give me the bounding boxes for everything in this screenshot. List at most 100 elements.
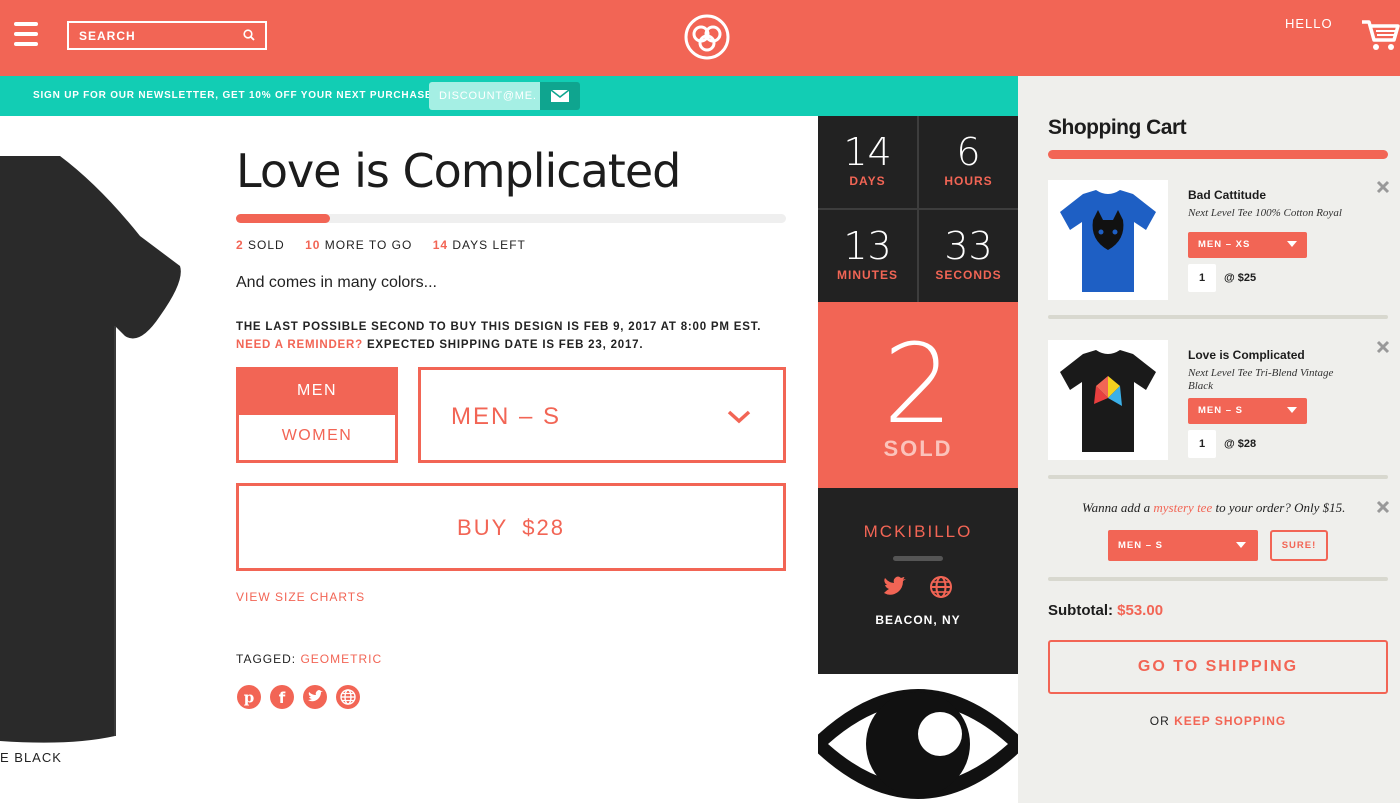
artist-divider (893, 556, 943, 561)
shopping-cart-panel: Shopping Cart Bad Cattitude Next Level T… (1018, 76, 1400, 803)
deadline-text: THE LAST POSSIBLE SECOND TO BUY THIS DES… (236, 321, 762, 333)
svg-text:f: f (279, 689, 286, 707)
caret-down-icon (1287, 407, 1297, 413)
tag-link[interactable]: GEOMETRIC (300, 652, 382, 666)
countdown-hours-value: 6 (956, 130, 981, 174)
countdown-days: 14 DAYS (818, 116, 917, 208)
globe-icon[interactable] (335, 684, 361, 710)
brand-logo-icon[interactable] (682, 12, 732, 62)
cart-divider (1048, 475, 1388, 479)
remove-item-icon[interactable] (1376, 340, 1390, 354)
hamburger-menu-icon[interactable] (14, 22, 38, 48)
share-icons: p f (236, 684, 361, 710)
artist-location: BEACON, NY (875, 613, 961, 627)
go-to-shipping-button[interactable]: GO TO SHIPPING (1048, 640, 1388, 694)
cart-divider (1048, 315, 1388, 319)
tagged-label: TAGGED: (236, 652, 301, 666)
add-mystery-tee-button[interactable]: SURE! (1270, 530, 1328, 561)
mystery-post: to your order? Only $15. (1212, 500, 1346, 515)
countdown-divider (818, 208, 1018, 210)
cart-title-underline (1048, 150, 1388, 159)
subtotal-amount: $53.00 (1117, 602, 1164, 619)
search-label: SEARCH (79, 29, 136, 43)
chevron-down-icon (727, 410, 751, 424)
cart-item-price: @ $25 (1224, 272, 1257, 284)
keep-shopping-link[interactable]: KEEP SHOPPING (1174, 714, 1286, 728)
countdown-days-value: 14 (843, 130, 892, 174)
mystery-tee-link[interactable]: mystery tee (1153, 500, 1212, 515)
buy-price: $28 (522, 515, 565, 540)
cart-item-description: Next Level Tee 100% Cotton Royal (1188, 207, 1342, 219)
sold-count-panel: 2 SOLD (818, 302, 1018, 488)
product-image-caption: E BLACK (0, 750, 62, 765)
remove-item-icon[interactable] (1376, 180, 1390, 194)
countdown-minutes-label: MINUTES (837, 268, 898, 282)
gender-selector: MEN WOMEN (236, 367, 398, 463)
gender-option-men[interactable]: MEN (239, 370, 395, 415)
more-label: MORE TO GO (324, 238, 413, 252)
search-input[interactable]: SEARCH (67, 21, 267, 50)
gender-option-women[interactable]: WOMEN (239, 415, 395, 460)
envelope-icon (551, 90, 569, 102)
buy-button[interactable]: BUY $28 (236, 483, 786, 571)
sales-stats: 2 SOLD 10 MORE TO GO 14 DAYS LEFT (236, 238, 542, 252)
twitter-icon[interactable] (302, 684, 328, 710)
cart-item-description: Next Level Tee Tri-Blend Vintage Black (1188, 367, 1334, 392)
facebook-icon[interactable]: f (269, 684, 295, 710)
keep-shopping-row: OR KEEP SHOPPING (1018, 714, 1400, 728)
cart-item-name[interactable]: Bad Cattitude (1188, 188, 1266, 202)
size-dropdown[interactable]: MEN – S (418, 367, 786, 463)
twitter-icon[interactable] (883, 575, 909, 597)
cart-item-quantity[interactable]: 1 (1188, 264, 1216, 292)
caret-down-icon (1236, 542, 1246, 548)
mystery-pre: Wanna add a (1082, 500, 1154, 515)
countdown-seconds: 33 SECONDS (919, 210, 1018, 302)
cart-title: Shopping Cart (1048, 116, 1187, 139)
tags: TAGGED: GEOMETRIC (236, 652, 382, 666)
buy-label: BUY (457, 515, 509, 540)
newsletter-email-input[interactable]: DISCOUNT@ME. (429, 82, 540, 110)
or-label: OR (1149, 714, 1175, 728)
countdown-minutes-value: 13 (843, 224, 892, 268)
sold-count: 2 (236, 238, 244, 252)
mystery-size-dropdown[interactable]: MEN – S (1108, 530, 1258, 561)
greeting-link[interactable]: HELLO (1285, 16, 1333, 31)
more-count: 10 (305, 238, 321, 252)
countdown-hours-label: HOURS (944, 174, 993, 188)
progress-fill (236, 214, 330, 223)
countdown-minutes: 13 MINUTES (818, 210, 917, 302)
size-selected-value: MEN – S (451, 403, 562, 430)
artist-artwork-image (818, 674, 1018, 803)
sold-count-label: SOLD (883, 436, 953, 461)
cart-item-thumbnail[interactable] (1048, 340, 1168, 460)
cart-item-price: @ $28 (1224, 438, 1257, 450)
artist-name-link[interactable]: MCKIBILLO (818, 488, 1018, 542)
reminder-link[interactable]: NEED A REMINDER? (236, 339, 363, 351)
cart-icon[interactable] (1360, 18, 1400, 52)
artist-panel: MCKIBILLO BEACON, NY (818, 488, 1018, 674)
dismiss-offer-icon[interactable] (1376, 500, 1390, 514)
cart-item-name[interactable]: Love is Complicated (1188, 348, 1305, 362)
sales-progress-bar (236, 214, 786, 223)
mystery-tee-offer: Wanna add a mystery tee to your order? O… (1082, 500, 1345, 516)
sold-label: SOLD (248, 238, 285, 252)
deadline-info: THE LAST POSSIBLE SECOND TO BUY THIS DES… (236, 318, 761, 354)
svg-text:p: p (244, 689, 255, 707)
newsletter-submit-button[interactable] (540, 82, 580, 110)
cart-item-size-dropdown[interactable]: MEN – XS (1188, 232, 1307, 258)
globe-icon[interactable] (929, 575, 953, 599)
view-size-charts-link[interactable]: VIEW SIZE CHARTS (236, 590, 365, 604)
search-icon (243, 29, 255, 41)
cart-item-thumbnail[interactable] (1048, 180, 1168, 300)
cart-item-size-dropdown[interactable]: MEN – S (1188, 398, 1307, 424)
top-header: SEARCH HELLO (0, 0, 1400, 76)
cart-divider (1048, 577, 1388, 581)
caret-down-icon (1287, 241, 1297, 247)
countdown-seconds-label: SECONDS (935, 268, 1002, 282)
pinterest-icon[interactable]: p (236, 684, 262, 710)
countdown-hours: 6 HOURS (919, 116, 1018, 208)
days-count: 14 (432, 238, 449, 252)
mystery-size-value: MEN – S (1118, 540, 1164, 551)
cart-item-quantity[interactable]: 1 (1188, 430, 1216, 458)
countdown-seconds-value: 33 (944, 224, 993, 268)
